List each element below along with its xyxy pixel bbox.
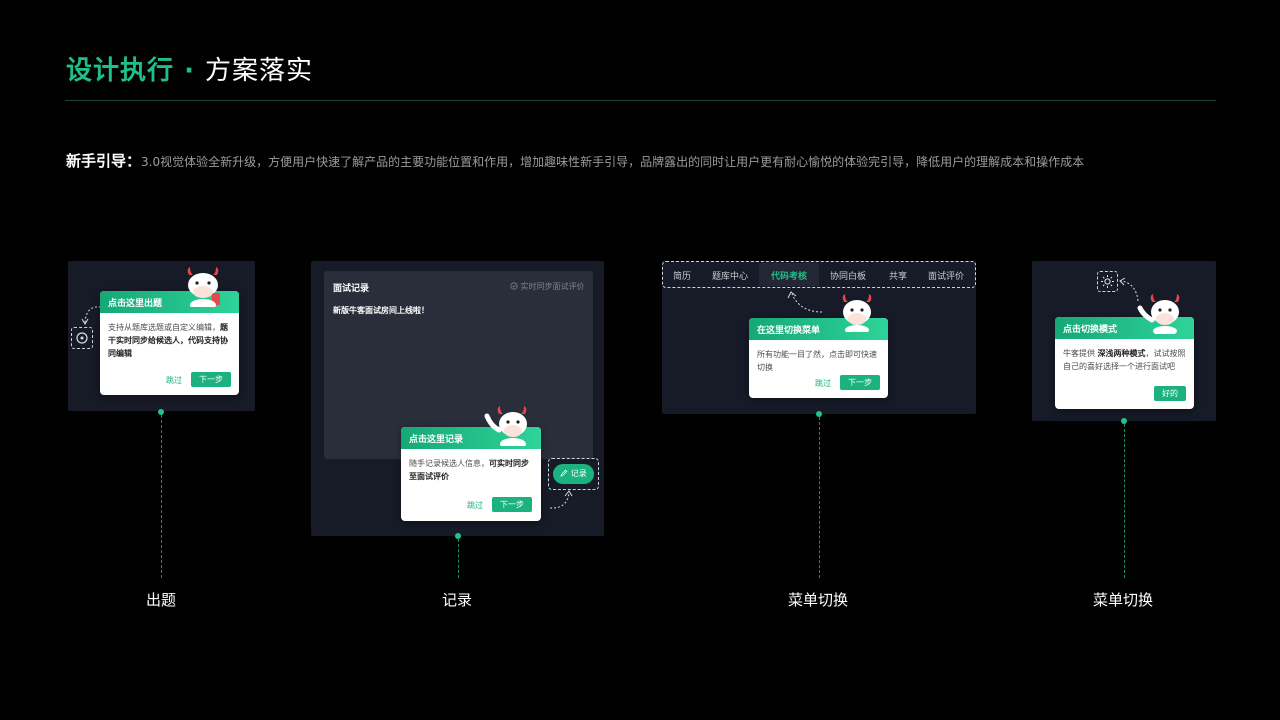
title-white: 方案落实 <box>205 56 314 86</box>
menu-tab-question-bank[interactable]: 题库中心 <box>712 269 748 282</box>
chuti-panel: 点击这里出题 支持从题库选题或自定义编辑，题干实时同步给候选人，代码支持协同编辑… <box>68 261 255 411</box>
sync-status: 实时同步面试评价 <box>510 281 585 292</box>
pointer-arrow-icon <box>787 291 823 313</box>
page-title: 设计执行 · 方案落实 <box>66 50 313 87</box>
menu-tab-share[interactable]: 共享 <box>889 269 907 282</box>
add-target-highlight[interactable] <box>71 327 93 349</box>
menu-tab-evaluation[interactable]: 面试评价 <box>928 269 964 282</box>
connector-line <box>1124 424 1125 578</box>
sun-icon <box>1101 275 1114 288</box>
intro-description: 3.0视觉体验全新升级，方便用户快速了解产品的主要功能位置和作用，增加趣味性新手… <box>141 155 1085 169</box>
cow-mascot-icon <box>187 267 220 307</box>
window-text: 新版牛客面试房间上线啦！ <box>333 306 429 315</box>
window-title: 面试记录 <box>333 284 370 294</box>
connector-line <box>458 539 459 578</box>
intro-label: 新手引导： <box>66 152 142 170</box>
menu-tab-code-review[interactable]: 代码考核 <box>771 269 807 282</box>
skip-link[interactable]: 跳过 <box>166 375 182 386</box>
body-bold: 深浅两种模式 <box>1097 349 1146 358</box>
ok-button[interactable]: 好的 <box>1154 386 1186 401</box>
next-button[interactable]: 下一步 <box>191 372 231 387</box>
skip-link[interactable]: 跳过 <box>467 500 483 511</box>
guide-card-body: 支持从题库选题或自定义编辑，题干实时同步给候选人，代码支持协同编辑 <box>100 313 239 368</box>
next-button[interactable]: 下一步 <box>840 375 880 390</box>
caption-chuti: 出题 <box>146 591 177 609</box>
title-divider <box>65 100 1216 101</box>
jilu-panel: 面试记录 实时同步面试评价 新版牛客面试房间上线啦！ 点击这里记录 随手记录候选… <box>311 261 604 536</box>
menu-panel: 简历 题库中心 代码考核 协同白板 共享 面试评价 在这里切换菜单 所有功能一目… <box>662 261 976 414</box>
check-circle-icon <box>510 282 518 290</box>
add-circle-icon <box>76 332 88 344</box>
pencil-icon <box>560 469 568 477</box>
caption-jilu: 记录 <box>442 591 473 609</box>
record-button-label: 记录 <box>570 469 587 478</box>
cow-mascot-icon <box>484 406 527 446</box>
intro-text: 新手引导：3.0视觉体验全新升级，方便用户快速了解产品的主要功能位置和作用，增加… <box>66 150 1084 171</box>
skip-link[interactable]: 跳过 <box>815 378 831 389</box>
connector-line <box>161 415 162 578</box>
caption-menu: 菜单切换 <box>788 591 849 609</box>
body-normal: 牛客提供 <box>1063 349 1098 358</box>
mode-panel: 点击切换模式 牛客提供 深浅两种模式，试试按照自己的喜好选择一个进行面试吧 好的 <box>1032 261 1216 421</box>
next-button[interactable]: 下一步 <box>492 497 532 512</box>
title-green: 设计执行 <box>66 56 175 86</box>
menu-tab-resume[interactable]: 简历 <box>673 269 691 282</box>
guide-card-body: 随手记录候选人信息，可实时同步至面试评价 <box>401 449 541 491</box>
theme-toggle-target[interactable] <box>1097 271 1118 292</box>
guide-card-body: 牛客提供 深浅两种模式，试试按照自己的喜好选择一个进行面试吧 <box>1055 339 1194 381</box>
body-normal: 支持从题库选题或自定义编辑， <box>108 323 220 332</box>
pointer-arrow-icon <box>549 490 573 509</box>
caption-mode: 菜单切换 <box>1093 591 1154 609</box>
connector-line <box>819 417 820 578</box>
sync-status-text: 实时同步面试评价 <box>520 282 585 291</box>
title-dot: · <box>174 56 205 86</box>
cow-mascot-icon <box>1137 294 1180 334</box>
body-normal: 随手记录候选人信息， <box>409 459 489 468</box>
cow-mascot-icon <box>842 294 872 332</box>
record-button[interactable]: 记录 <box>553 464 594 484</box>
menu-tab-whiteboard[interactable]: 协同白板 <box>830 269 866 282</box>
